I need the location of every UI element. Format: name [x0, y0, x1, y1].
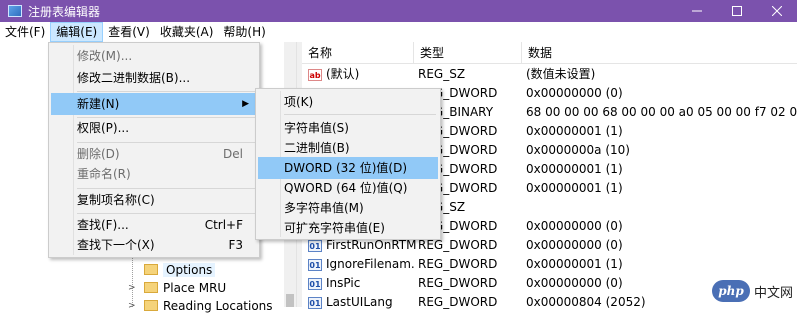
binary-value-icon: 01 — [308, 259, 322, 271]
watermark-text: 中文网 — [754, 282, 793, 301]
window-controls — [677, 0, 797, 22]
folder-icon — [144, 282, 158, 293]
folder-icon — [144, 300, 158, 311]
tree-item-options[interactable]: Options — [128, 261, 215, 278]
string-value-icon: ab — [308, 69, 322, 81]
submenu-item-key[interactable]: 项(K) — [258, 91, 438, 113]
close-button[interactable] — [757, 0, 797, 22]
chevron-right-icon[interactable]: > — [128, 283, 138, 293]
menu-item-modify[interactable]: 修改(M)... — [51, 45, 257, 67]
title-bar: 注册表编辑器 — [0, 0, 797, 22]
folder-icon — [144, 264, 158, 275]
tree-item-place-mru[interactable]: > Place MRU — [128, 279, 226, 296]
menu-help[interactable]: 帮助(H) — [218, 22, 270, 42]
submenu-item-qword-value[interactable]: QWORD (64 位)值(Q) — [258, 177, 438, 199]
tree-item-label: Place MRU — [163, 281, 226, 295]
submenu-item-expandable-string-value[interactable]: 可扩充字符串值(E) — [258, 217, 438, 239]
window-title: 注册表编辑器 — [28, 3, 100, 20]
menu-separator — [284, 114, 436, 115]
submenu-arrow-icon: ▶ — [242, 93, 249, 115]
column-header-name[interactable]: 名称 — [302, 42, 414, 64]
menu-item-find-next[interactable]: 查找下一个(X)F3 — [51, 234, 257, 256]
menu-item-permissions[interactable]: 权限(P)... — [51, 117, 257, 139]
maximize-icon — [732, 6, 742, 16]
edit-menu: 修改(M)... 修改二进制数据(B)... 新建(N)▶ 权限(P)... 删… — [48, 42, 260, 258]
chevron-right-icon[interactable]: > — [128, 301, 138, 311]
column-header-type[interactable]: 类型 — [414, 42, 522, 64]
table-row[interactable]: 01IgnoreFilenam... REG_DWORD 0x00000001 … — [302, 255, 797, 274]
tree-item-reading-locations[interactable]: > Reading Locations — [128, 297, 273, 314]
menu-item-new[interactable]: 新建(N)▶ — [51, 93, 257, 115]
close-icon — [772, 6, 782, 16]
submenu-item-dword-value[interactable]: DWORD (32 位)值(D) — [258, 157, 438, 179]
regedit-app-icon — [8, 5, 22, 17]
php-logo: php — [712, 280, 750, 302]
submenu-item-string-value[interactable]: 字符串值(S) — [258, 117, 438, 139]
new-submenu: 项(K) 字符串值(S) 二进制值(B) DWORD (32 位)值(D) QW… — [255, 88, 441, 240]
maximize-button[interactable] — [717, 0, 757, 22]
table-row[interactable]: ab(默认) REG_SZ (数值未设置) — [302, 65, 797, 84]
menu-bar: 文件(F) 编辑(E) 查看(V) 收藏夹(A) 帮助(H) — [0, 22, 797, 42]
menu-file[interactable]: 文件(F) — [0, 22, 50, 42]
binary-value-icon: 01 — [308, 240, 322, 252]
tree-item-label: Options — [163, 263, 215, 277]
menu-favorites[interactable]: 收藏夹(A) — [155, 22, 219, 42]
scrollbar-thumb[interactable] — [286, 294, 294, 307]
menu-separator — [77, 91, 255, 92]
list-header: 名称 类型 数据 — [302, 42, 797, 64]
minimize-icon — [692, 6, 702, 16]
minimize-button[interactable] — [677, 0, 717, 22]
tree-item-label: Reading Locations — [163, 299, 273, 313]
column-header-data[interactable]: 数据 — [522, 42, 797, 64]
submenu-item-binary-value[interactable]: 二进制值(B) — [258, 137, 438, 159]
menu-item-copy-key-name[interactable]: 复制项名称(C) — [51, 189, 257, 211]
menu-view[interactable]: 查看(V) — [103, 22, 155, 42]
menu-item-modify-binary[interactable]: 修改二进制数据(B)... — [51, 67, 257, 89]
menu-item-delete[interactable]: 删除(D)Del — [51, 143, 257, 165]
menu-item-rename[interactable]: 重命名(R) — [51, 163, 257, 185]
binary-value-icon: 01 — [308, 278, 322, 290]
menu-edit[interactable]: 编辑(E) — [50, 22, 103, 42]
submenu-item-multi-string-value[interactable]: 多字符串值(M) — [258, 197, 438, 219]
menu-item-find[interactable]: 查找(F)...Ctrl+F — [51, 214, 257, 236]
php-cn-watermark: php 中文网 — [712, 278, 793, 304]
